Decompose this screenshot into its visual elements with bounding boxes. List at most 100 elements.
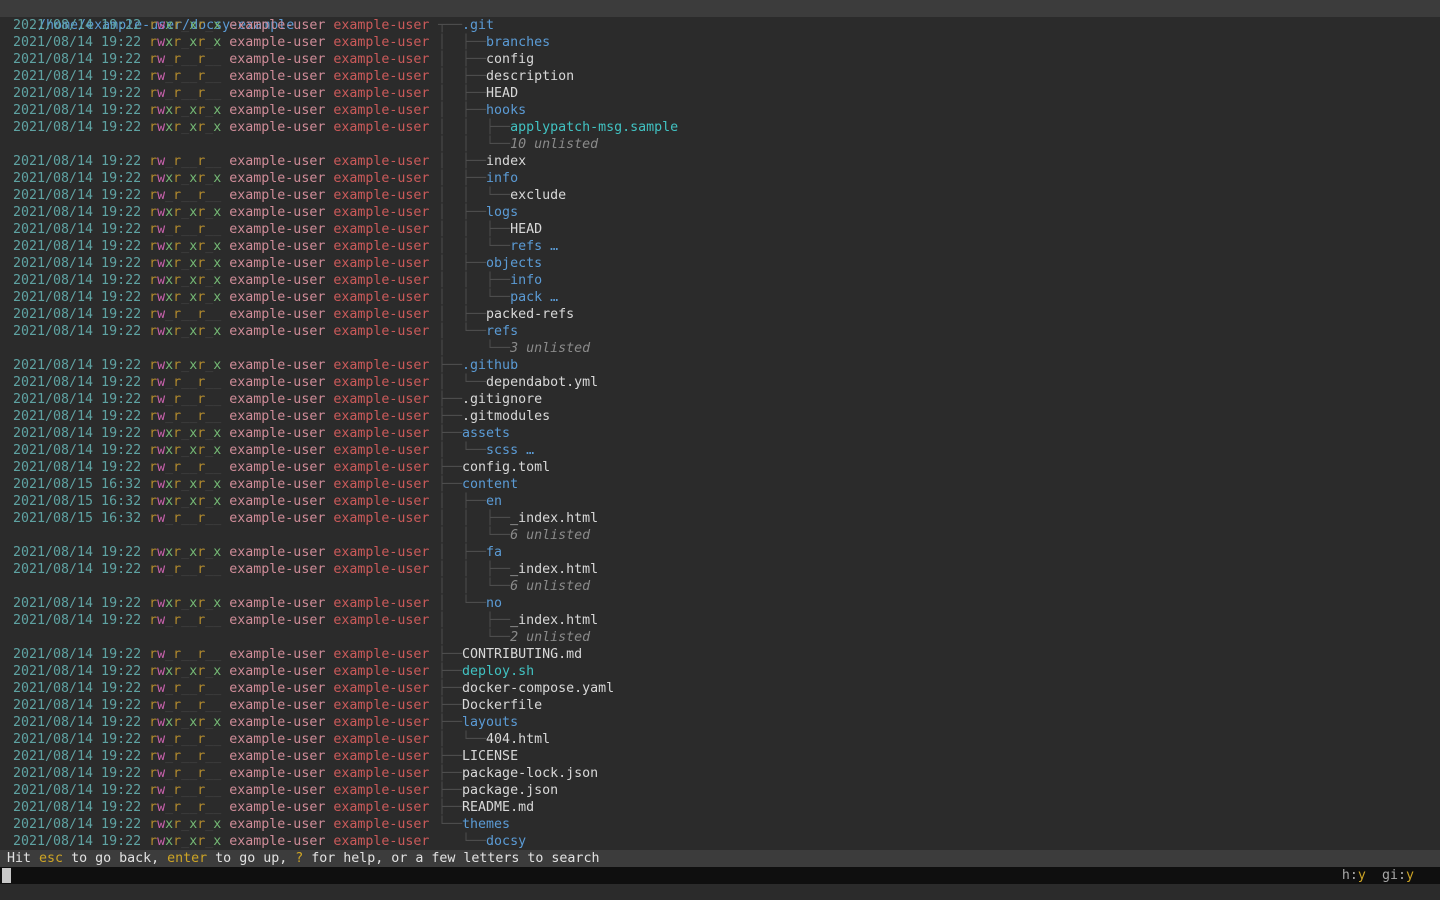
file-row[interactable]: │ └──2 unlisted	[0, 629, 1440, 646]
perm-char: _	[181, 358, 189, 373]
file-row[interactable]: 2021/08/14 19:22 rw_r__r__ example-user …	[0, 153, 1440, 170]
file-name: HEAD	[510, 222, 542, 237]
file-row[interactable]: 2021/08/14 19:22 rw_r__r__ example-user …	[0, 391, 1440, 408]
owner-name: example-user	[229, 239, 325, 254]
file-row[interactable]: 2021/08/15 16:32 rwxr_xr_x example-user …	[0, 493, 1440, 510]
perm-char: w	[157, 188, 165, 203]
perm-char: _	[213, 392, 221, 407]
file-row[interactable]: 2021/08/14 19:22 rwxr_xr_x example-user …	[0, 102, 1440, 119]
file-row[interactable]: 2021/08/14 19:22 rw_r__r__ example-user …	[0, 459, 1440, 476]
perm-char: x	[213, 664, 221, 679]
file-row[interactable]: 2021/08/14 19:22 rwxr_xr_x example-user …	[0, 357, 1440, 374]
file-row[interactable]: 2021/08/14 19:22 rw_r__r__ example-user …	[0, 561, 1440, 578]
file-name: package.json	[462, 783, 558, 798]
file-row[interactable]: 2021/08/14 19:22 rw_r__r__ example-user …	[0, 646, 1440, 663]
permissions: rwxr_xr_x	[149, 120, 221, 135]
perm-char: w	[157, 205, 165, 220]
file-meta: 2021/08/14 19:22 rwxr_xr_x example-user …	[13, 238, 429, 255]
file-row[interactable]: 2021/08/14 19:22 rwxr_xr_x example-user …	[0, 663, 1440, 680]
modified-date: 2021/08/14 19:22	[13, 120, 141, 135]
permissions: rw_r__r__	[149, 647, 221, 662]
owner-name: example-user	[229, 511, 325, 526]
owner-name: example-user	[229, 154, 325, 169]
perm-char: w	[157, 375, 165, 390]
file-row[interactable]: 2021/08/14 19:22 rw_r__r__ example-user …	[0, 697, 1440, 714]
perm-char: r	[173, 324, 181, 339]
file-row[interactable]: 2021/08/14 19:22 rw_r__r__ example-user …	[0, 68, 1440, 85]
file-name: content	[462, 477, 518, 492]
file-row[interactable]: 2021/08/14 19:22 rw_r__r__ example-user …	[0, 306, 1440, 323]
tree-branch-lines: ├──	[438, 460, 462, 475]
file-row[interactable]: 2021/08/14 19:22 rwxr_xr_x example-user …	[0, 323, 1440, 340]
file-row[interactable]: 2021/08/14 19:22 rwxr_xr_x example-user …	[0, 204, 1440, 221]
file-row[interactable]: 2021/08/14 19:22 rw_r__r__ example-user …	[0, 187, 1440, 204]
file-row[interactable]: 2021/08/14 19:22 rwxr_xr_x example-user …	[0, 425, 1440, 442]
file-row[interactable]: 2021/08/14 19:22 rwxr_xr_x example-user …	[0, 816, 1440, 833]
file-row[interactable]: 2021/08/14 19:22 rwxr_xr_x example-user …	[0, 833, 1440, 850]
perm-char: w	[157, 290, 165, 305]
file-row[interactable]: 2021/08/14 19:22 rwxr_xr_x example-user …	[0, 238, 1440, 255]
file-row[interactable]: 2021/08/14 19:22 rwxr_xr_x example-user …	[0, 17, 1440, 34]
perm-char: _	[189, 392, 197, 407]
file-row[interactable]: 2021/08/14 19:22 rwxr_xr_x example-user …	[0, 34, 1440, 51]
file-row[interactable]: 2021/08/15 16:32 rwxr_xr_x example-user …	[0, 476, 1440, 493]
file-row[interactable]: 2021/08/14 19:22 rwxr_xr_x example-user …	[0, 714, 1440, 731]
file-row[interactable]: 2021/08/14 19:22 rw_r__r__ example-user …	[0, 799, 1440, 816]
perm-char: _	[181, 562, 189, 577]
file-name: dependabot.yml	[486, 375, 598, 390]
owner-name: example-user	[229, 647, 325, 662]
file-meta: 2021/08/14 19:22 rwxr_xr_x example-user …	[13, 289, 429, 306]
file-row[interactable]: │ └──3 unlisted	[0, 340, 1440, 357]
file-row[interactable]: 2021/08/14 19:22 rw_r__r__ example-user …	[0, 782, 1440, 799]
tree-entry: │ │ ├──applypatch-msg.sample	[438, 119, 678, 136]
file-row[interactable]: 2021/08/14 19:22 rw_r__r__ example-user …	[0, 748, 1440, 765]
group-name: example-user	[333, 358, 429, 373]
file-row[interactable]: 2021/08/14 19:22 rwxr_xr_x example-user …	[0, 119, 1440, 136]
file-row[interactable]: 2021/08/14 19:22 rw_r__r__ example-user …	[0, 85, 1440, 102]
file-row[interactable]: 2021/08/14 19:22 rw_r__r__ example-user …	[0, 731, 1440, 748]
tree-entry: │ │ └──refs …	[438, 238, 558, 255]
group-name: example-user	[333, 256, 429, 271]
file-row[interactable]: 2021/08/14 19:22 rwxr_xr_x example-user …	[0, 544, 1440, 561]
group-name: example-user	[333, 494, 429, 509]
perm-char: _	[189, 222, 197, 237]
file-row[interactable]: 2021/08/14 19:22 rwxr_xr_x example-user …	[0, 595, 1440, 612]
file-row[interactable]: 2021/08/14 19:22 rw_r__r__ example-user …	[0, 765, 1440, 782]
file-row[interactable]: 2021/08/14 19:22 rw_r__r__ example-user …	[0, 680, 1440, 697]
perm-char: r	[149, 69, 157, 84]
file-row[interactable]: 2021/08/14 19:22 rw_r__r__ example-user …	[0, 51, 1440, 68]
file-row[interactable]: │ │ └──10 unlisted	[0, 136, 1440, 153]
file-row[interactable]: 2021/08/14 19:22 rwxr_xr_x example-user …	[0, 289, 1440, 306]
owner-name: example-user	[229, 103, 325, 118]
file-row[interactable]: 2021/08/14 19:22 rwxr_xr_x example-user …	[0, 255, 1440, 272]
file-meta: 2021/08/14 19:22 rwxr_xr_x example-user …	[13, 170, 429, 187]
file-row[interactable]: 2021/08/14 19:22 rw_r__r__ example-user …	[0, 221, 1440, 238]
file-row[interactable]: │ │ └──6 unlisted	[0, 578, 1440, 595]
file-row[interactable]: 2021/08/15 16:32 rw_r__r__ example-user …	[0, 510, 1440, 527]
file-row[interactable]: 2021/08/14 19:22 rw_r__r__ example-user …	[0, 612, 1440, 629]
tree-entry: ├──deploy.sh	[438, 663, 534, 680]
perm-char: _	[181, 239, 189, 254]
file-row[interactable]: 2021/08/14 19:22 rw_r__r__ example-user …	[0, 374, 1440, 391]
search-input-line[interactable]: h:y gi:y	[0, 867, 1440, 884]
perm-char: _	[189, 681, 197, 696]
perm-char: x	[189, 358, 197, 373]
perm-char: _	[165, 154, 173, 169]
perm-char: _	[189, 52, 197, 67]
file-row[interactable]: 2021/08/14 19:22 rwxr_xr_x example-user …	[0, 170, 1440, 187]
owner-name: example-user	[229, 273, 325, 288]
tree-entry: │ ├──description	[438, 68, 574, 85]
file-name: deploy.sh	[462, 664, 534, 679]
perm-char: x	[165, 477, 173, 492]
perm-char: r	[173, 511, 181, 526]
file-row[interactable]: 2021/08/14 19:22 rw_r__r__ example-user …	[0, 408, 1440, 425]
file-row[interactable]: │ │ └──6 unlisted	[0, 527, 1440, 544]
group-name: example-user	[333, 715, 429, 730]
perm-char: r	[173, 273, 181, 288]
file-name: applypatch-msg.sample	[510, 120, 678, 135]
perm-char: r	[173, 256, 181, 271]
perm-char: r	[173, 766, 181, 781]
file-row[interactable]: 2021/08/14 19:22 rwxr_xr_x example-user …	[0, 272, 1440, 289]
file-row[interactable]: 2021/08/14 19:22 rwxr_xr_x example-user …	[0, 442, 1440, 459]
perm-char: w	[157, 307, 165, 322]
